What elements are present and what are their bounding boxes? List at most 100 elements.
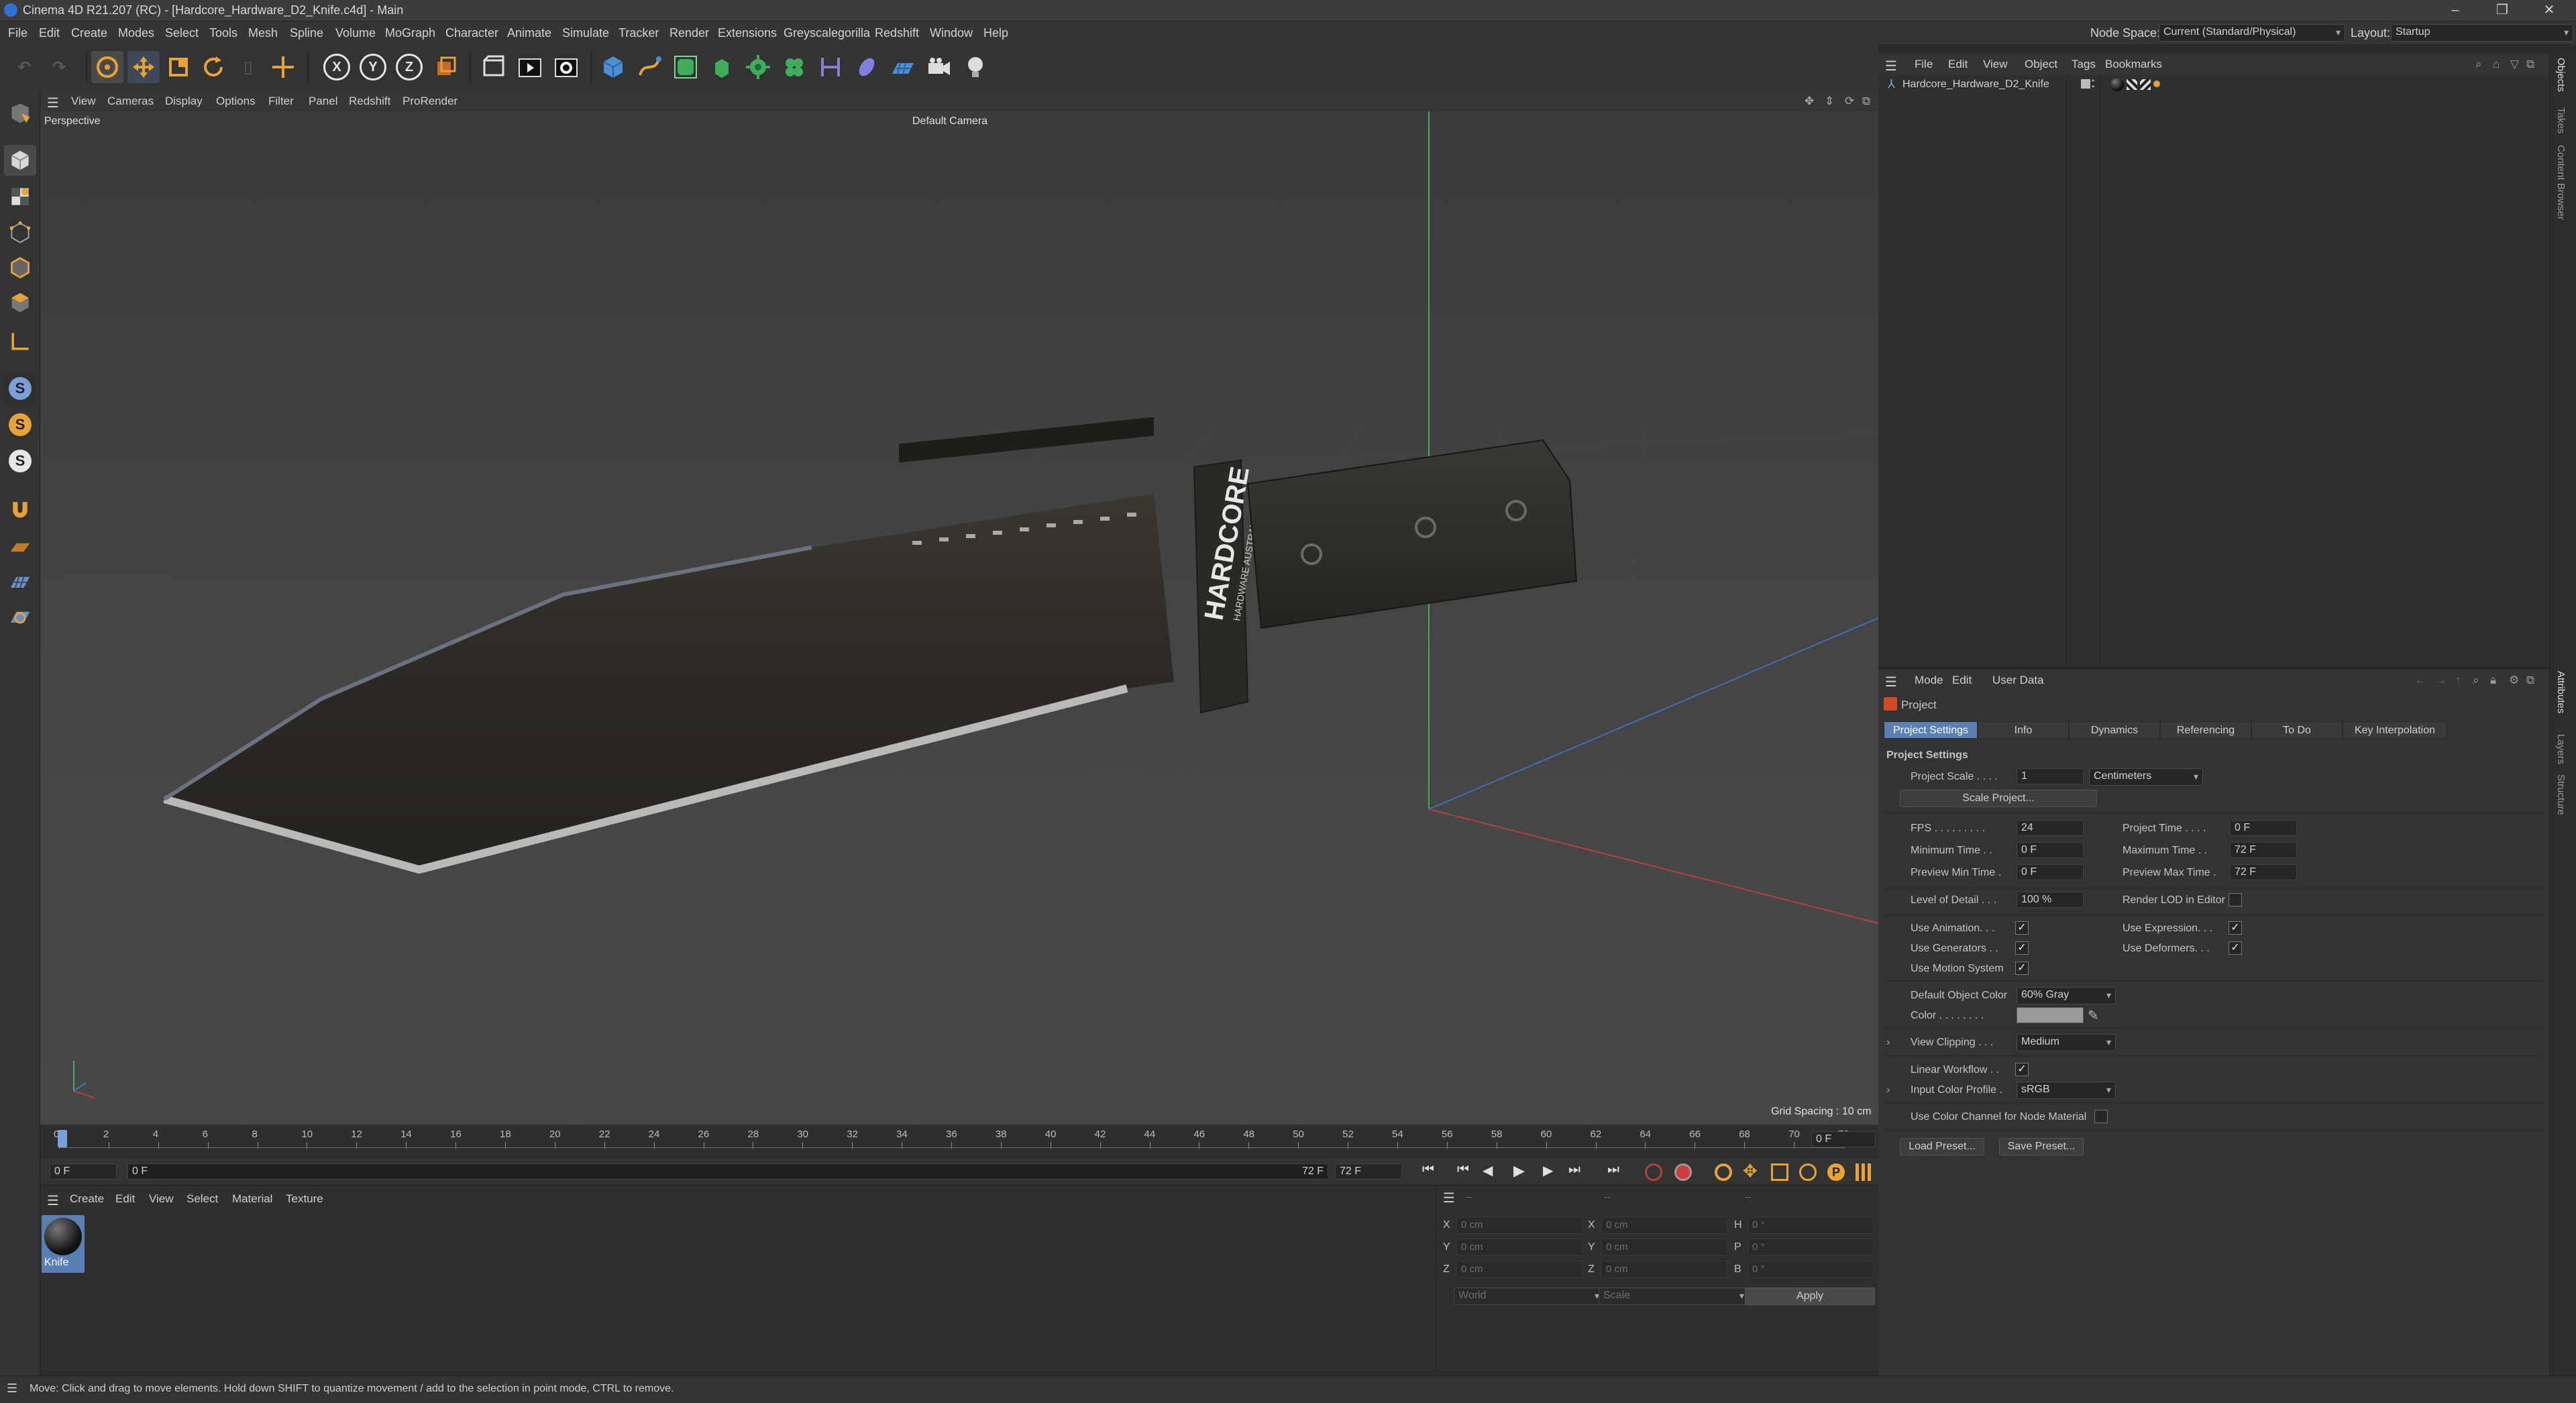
previous-key-icon[interactable]: ⏮	[1457, 1162, 1477, 1181]
position-x-field[interactable]: 0 cm	[1456, 1216, 1582, 1234]
menu-animate[interactable]: Animate	[507, 26, 551, 40]
recent-tool-icon[interactable]: ▯	[232, 51, 264, 83]
rotation-b-field[interactable]: 0 °	[1748, 1261, 1874, 1278]
solo-hierarchy-button[interactable]: S	[4, 409, 36, 440]
material-tag-icon[interactable]	[2110, 78, 2124, 91]
tab-project-settings[interactable]: Project Settings	[1884, 721, 1978, 739]
preview-range-slider[interactable]: 0 F 72 F	[127, 1163, 1328, 1180]
attribute-manager-hamburger-icon[interactable]: ☰	[1885, 674, 1897, 690]
y-axis-lock-icon[interactable]: Y	[357, 51, 389, 83]
menu-create[interactable]: Create	[71, 26, 107, 40]
viewport-rotate-icon[interactable]: ⟳	[1845, 95, 1854, 108]
cloner-icon[interactable]	[742, 51, 774, 83]
attribute-forward-icon[interactable]: →	[2435, 674, 2447, 687]
previous-frame-icon[interactable]: ◀	[1483, 1162, 1503, 1181]
apply-button[interactable]: Apply	[1745, 1288, 1875, 1305]
viewport-menu-filter[interactable]: Filter	[268, 95, 294, 108]
tab-info[interactable]: Info	[1978, 721, 2069, 739]
object-menu-tags[interactable]: Tags	[2072, 58, 2096, 71]
coordinates-hamburger-icon[interactable]: ☰	[1443, 1190, 1455, 1206]
make-editable-icon[interactable]	[4, 98, 36, 129]
rotation-p-field[interactable]: 0 °	[1748, 1239, 1874, 1256]
tab-takes[interactable]: Takes	[2555, 107, 2567, 134]
tab-to-do[interactable]: To Do	[2251, 721, 2343, 739]
workplane-icon[interactable]	[4, 531, 36, 562]
attribute-new-window-icon[interactable]: ⧉	[2526, 674, 2534, 687]
uvw-tag-icon[interactable]	[2140, 79, 2151, 90]
current-frame-field[interactable]: 0 F	[1811, 1131, 1876, 1147]
render-view-icon[interactable]	[478, 51, 510, 83]
magnet-tool-icon[interactable]	[4, 494, 36, 525]
key-rotation-icon[interactable]	[1799, 1163, 1817, 1181]
coordinate-mode-dropdown[interactable]: Scale	[1599, 1288, 1749, 1305]
view-clipping-expand-icon[interactable]: ›	[1886, 1037, 1890, 1049]
linear-workflow-checkbox[interactable]: ✓	[2015, 1063, 2029, 1076]
object-menu-edit[interactable]: Edit	[1948, 58, 1968, 71]
timeline-ruler[interactable]: 0 2 4 6 8 10 12 14 16 18 20 22 24 26 28 30 32 34 36 38 40 42 4…	[40, 1125, 1878, 1158]
menu-redshift[interactable]: Redshift	[875, 26, 919, 40]
material-menu-create[interactable]: Create	[70, 1192, 104, 1206]
viewport-maximize-icon[interactable]: ⧉	[1862, 95, 1870, 108]
model-mode-icon[interactable]	[4, 145, 36, 176]
use-animation-checkbox[interactable]: ✓	[2015, 921, 2029, 935]
material-menu-material[interactable]: Material	[232, 1192, 272, 1206]
go-to-start-icon[interactable]: ⏮	[1422, 1162, 1442, 1181]
add-axis-icon[interactable]	[267, 51, 299, 83]
menu-volume[interactable]: Volume	[335, 26, 376, 40]
texture-tag-icon[interactable]	[2127, 79, 2137, 90]
viewport-menu-prorender[interactable]: ProRender	[402, 95, 458, 108]
tab-objects[interactable]: Objects	[2555, 58, 2567, 92]
x-axis-lock-icon[interactable]: X	[321, 51, 353, 83]
viewport-menu-redshift[interactable]: Redshift	[349, 95, 390, 108]
maximize-button[interactable]: ❐	[2482, 0, 2522, 21]
attribute-lock-icon[interactable]: 🔒︎	[2490, 674, 2496, 687]
color-swatch[interactable]	[2017, 1007, 2084, 1023]
menu-select[interactable]: Select	[165, 26, 199, 40]
size-y-field[interactable]: 0 cm	[1601, 1239, 1727, 1256]
attribute-menu-user-data[interactable]: User Data	[1992, 674, 2044, 687]
maximum-time-field[interactable]: 72 F	[2230, 842, 2297, 858]
menu-mograph[interactable]: MoGraph	[385, 26, 435, 40]
next-frame-icon[interactable]: ▶	[1543, 1162, 1563, 1181]
points-mode-icon[interactable]	[4, 217, 36, 248]
light-object-icon[interactable]	[959, 51, 991, 83]
minimum-time-field[interactable]: 0 F	[2017, 842, 2084, 858]
key-pla-icon[interactable]	[1856, 1163, 1873, 1181]
project-scale-unit-dropdown[interactable]: Centimeters	[2089, 768, 2203, 786]
viewport-menu-view[interactable]: View	[71, 95, 96, 108]
viewport-menu-display[interactable]: Display	[165, 95, 203, 108]
object-menu-object[interactable]: Object	[2025, 58, 2057, 71]
material-menu-view[interactable]: View	[149, 1192, 174, 1206]
use-expression-checkbox[interactable]: ✓	[2229, 921, 2242, 935]
use-motion-system-checkbox[interactable]: ✓	[2015, 962, 2029, 975]
mograph-cloner-icon[interactable]	[778, 51, 810, 83]
spline-pen-icon[interactable]	[633, 51, 665, 83]
field-object-icon[interactable]	[851, 51, 883, 83]
position-y-field[interactable]: 0 cm	[1456, 1239, 1582, 1256]
play-icon[interactable]: ▶	[1513, 1162, 1534, 1181]
render-lod-checkbox[interactable]	[2229, 893, 2242, 906]
start-frame-field[interactable]: 0 F	[50, 1163, 117, 1180]
layout-dropdown[interactable]: Startup	[2391, 24, 2573, 42]
close-button[interactable]: ✕	[2529, 0, 2569, 21]
use-deformers-checkbox[interactable]: ✓	[2229, 941, 2242, 955]
menu-tools[interactable]: Tools	[209, 26, 237, 40]
solo-mode-button[interactable]: S	[4, 373, 36, 404]
tab-dynamics[interactable]: Dynamics	[2069, 721, 2160, 739]
preview-max-time-field[interactable]: 72 F	[2230, 864, 2297, 880]
render-settings-icon[interactable]	[550, 51, 582, 83]
viewport-pan-icon[interactable]: ✥	[1805, 95, 1814, 108]
go-to-end-icon[interactable]: ⏭	[1607, 1162, 1627, 1181]
object-new-window-icon[interactable]: ⧉	[2526, 58, 2534, 71]
key-position-icon[interactable]: ✥	[1743, 1161, 1763, 1181]
menu-render[interactable]: Render	[669, 26, 709, 40]
project-scale-field[interactable]: 1	[2017, 768, 2084, 784]
3d-viewport[interactable]: HARDCORE HARDWARE AUSTRALIA Perspective …	[40, 111, 1878, 1125]
attribute-settings-icon[interactable]: ⚙	[2509, 674, 2519, 687]
viewport-camera-label[interactable]: Default Camera	[912, 115, 987, 127]
node-space-dropdown[interactable]: Current (Standard/Physical)	[2159, 24, 2345, 42]
size-z-field[interactable]: 0 cm	[1601, 1261, 1727, 1278]
menu-tracker[interactable]: Tracker	[619, 26, 659, 40]
tab-layers[interactable]: Layers	[2555, 734, 2567, 764]
key-parameter-icon[interactable]: P	[1827, 1163, 1845, 1181]
